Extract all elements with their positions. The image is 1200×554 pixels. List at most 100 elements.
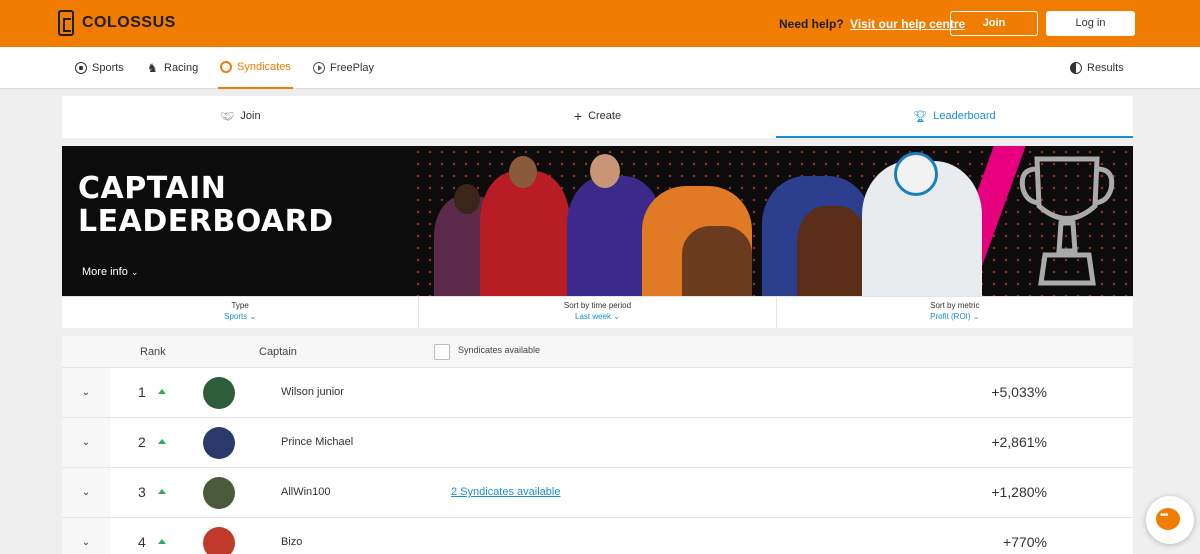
filter-label: Sort by metric [930,301,980,310]
athlete-figure [480,171,570,296]
avatar [203,527,235,554]
horse-figure [682,226,752,296]
filter-value: Sports ⌄ [224,312,257,321]
top-bar: COLOSSUS Need help? Visit our help centr… [0,0,1200,47]
leaderboard-banner: CAPTAIN LEADERBOARD More info ⌄ [62,146,1133,296]
brand-name: COLOSSUS [82,14,176,31]
rank-value: 1 [138,384,146,400]
table-row[interactable]: ⌄ 2 Prince Michael +2,861% [62,418,1133,468]
filter-value: Last week ⌄ [575,312,620,321]
tab-leaderboard[interactable]: 🏆︎ Leaderboard [776,96,1133,138]
chat-button[interactable] [1146,496,1194,544]
roi-value: +5,033% [991,384,1047,400]
nav-item-sports[interactable]: Sports [75,47,124,89]
avatar [203,477,235,509]
avatar [203,427,235,459]
results-icon [1070,62,1082,74]
main-nav: Sports ♞ Racing Syndicates FreePlay Resu… [0,47,1200,89]
rank-header: Rank [140,346,166,358]
rank-up-icon [158,489,166,494]
chevron-down-icon: ⌄ [130,267,139,277]
colossus-logo-icon [58,10,74,36]
tab-create[interactable]: + Create [419,96,776,138]
trophy-icon: 🏆︎ [913,110,928,123]
captain-header: Captain [259,346,297,358]
nav-item-label: Syndicates [237,61,291,73]
nav-item-label: Results [1087,62,1124,74]
table-row[interactable]: ⌄ 3 AllWin100 2 Syndicates available +1,… [62,468,1133,518]
chevron-down-icon[interactable]: ⌄ [62,368,110,417]
filter-type[interactable]: Type Sports ⌄ [62,297,420,328]
tab-join[interactable]: 🤝︎ Join [62,96,419,138]
syndicates-icon [220,61,232,73]
rank-value: 3 [138,484,146,500]
rank-value: 2 [138,434,146,450]
table-row[interactable]: ⌄ 1 Wilson junior +5,033% [62,368,1133,418]
horse-icon: ♞ [147,61,158,75]
play-icon [313,62,325,74]
chevron-down-icon[interactable]: ⌄ [62,518,110,554]
filter-metric[interactable]: Sort by metric Profit (ROI) ⌄ [777,297,1133,328]
syndicate-tabs: 🤝︎ Join + Create 🏆︎ Leaderboard [62,96,1133,138]
tab-label: Leaderboard [933,110,996,122]
captain-name[interactable]: Prince Michael [281,436,353,448]
trophy-outline-icon [1019,156,1115,286]
chevron-down-icon: ⌄ [613,312,620,321]
nav-item-label: FreePlay [330,62,375,74]
filter-value: Profit (ROI) ⌄ [930,312,980,321]
banner-title-line1: CAPTAIN [78,171,227,206]
more-info-toggle[interactable]: More info ⌄ [82,266,138,278]
filter-time-period[interactable]: Sort by time period Last week ⌄ [419,297,777,328]
handshake-icon: 🤝︎ [220,110,235,123]
banner-title-line2: LEADERBOARD [78,204,334,239]
avatar [203,377,235,409]
syndicates-available-label: Syndicates available [458,345,541,355]
table-header: Rank Captain Syndicates available [62,336,1133,368]
syndicates-available-checkbox[interactable] [434,344,450,360]
rank-up-icon [158,389,166,394]
logo[interactable]: COLOSSUS [58,10,176,36]
roi-value: +2,861% [991,434,1047,450]
filter-label: Sort by time period [563,301,632,310]
rank-up-icon [158,539,166,544]
chevron-down-icon[interactable]: ⌄ [62,418,110,467]
captain-name[interactable]: Bizo [281,536,302,548]
athlete-head [509,156,537,188]
nav-item-freeplay[interactable]: FreePlay [313,47,374,89]
helmet [894,152,938,196]
more-info-label: More info [82,266,128,278]
nav-item-results[interactable]: Results [1070,47,1124,89]
leaderboard-table: Rank Captain Syndicates available ⌄ 1 Wi… [62,336,1133,554]
nav-item-label: Sports [92,62,124,74]
help-label: Need help? [779,17,844,31]
login-button[interactable]: Log in [1046,11,1135,36]
captain-name[interactable]: Wilson junior [281,386,344,398]
chevron-down-icon: ⌄ [972,312,980,321]
nav-item-racing[interactable]: ♞ Racing [147,47,198,89]
leaderboard-filters: Type Sports ⌄ Sort by time period Last w… [62,296,1133,328]
table-row[interactable]: ⌄ 4 Bizo +770% [62,518,1133,554]
join-button[interactable]: Join [950,11,1038,36]
athlete-head [590,154,620,188]
syndicates-available-link[interactable]: 2 Syndicates available [451,486,560,498]
athlete-head [454,184,480,214]
nav-item-syndicates[interactable]: Syndicates [218,47,293,89]
banner-title: CAPTAIN LEADERBOARD [78,172,334,238]
rank-up-icon [158,439,166,444]
roi-value: +1,280% [991,484,1047,500]
tab-label: Join [240,110,261,122]
help-text: Need help? Visit our help centre [779,17,965,31]
plus-icon: + [573,108,583,124]
captain-name[interactable]: AllWin100 [281,486,331,498]
help-centre-link[interactable]: Visit our help centre [850,17,965,31]
roi-value: +770% [1003,534,1047,550]
chat-bubble-icon [1156,508,1180,530]
nav-item-label: Racing [164,62,199,74]
filter-label: Type [231,301,249,310]
chevron-down-icon[interactable]: ⌄ [62,468,110,517]
horse-figure [797,206,867,296]
football-icon [75,62,87,74]
tab-label: Create [588,110,622,122]
rank-value: 4 [138,534,146,550]
chevron-down-icon: ⌄ [249,312,257,321]
